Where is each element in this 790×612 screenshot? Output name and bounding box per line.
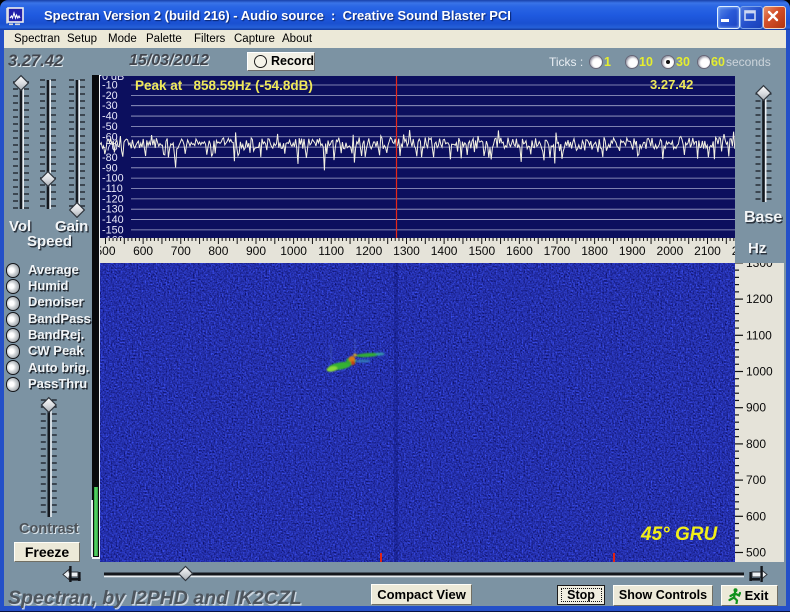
svg-text:600: 600 — [133, 244, 153, 258]
svg-text:45° GRU: 45° GRU — [640, 524, 719, 545]
svg-text:1100: 1100 — [318, 244, 344, 258]
svg-text:700: 700 — [171, 244, 191, 258]
svg-text:1300: 1300 — [746, 263, 773, 270]
svg-text:1800: 1800 — [581, 244, 608, 258]
svg-text:2000: 2000 — [657, 244, 684, 258]
svg-text:Peak at 858.59Hz (-54.8dB): Peak at 858.59Hz (-54.8dB) — [135, 78, 313, 93]
svg-text:1300: 1300 — [393, 244, 420, 258]
svg-text:0 dB: 0 dB — [102, 76, 124, 83]
svg-text:800: 800 — [208, 244, 228, 258]
svg-text:1700: 1700 — [544, 244, 571, 258]
svg-text:2100: 2100 — [694, 244, 721, 258]
svg-text:3.27.42: 3.27.42 — [650, 77, 693, 92]
svg-text:1000: 1000 — [746, 365, 773, 379]
svg-text:600: 600 — [746, 509, 766, 523]
svg-text:1000: 1000 — [280, 244, 307, 258]
svg-text:1500: 1500 — [468, 244, 495, 258]
svg-text:1600: 1600 — [506, 244, 533, 258]
svg-text:1900: 1900 — [619, 244, 646, 258]
svg-text:500: 500 — [100, 244, 116, 258]
svg-text:700: 700 — [746, 473, 766, 487]
svg-text:1400: 1400 — [431, 244, 458, 258]
svg-text:1100: 1100 — [746, 328, 772, 342]
svg-text:900: 900 — [746, 401, 766, 415]
svg-text:500: 500 — [746, 546, 766, 560]
svg-text:900: 900 — [246, 244, 266, 258]
svg-text:1200: 1200 — [746, 292, 773, 306]
svg-text:800: 800 — [746, 437, 766, 451]
svg-text:1200: 1200 — [356, 244, 383, 258]
